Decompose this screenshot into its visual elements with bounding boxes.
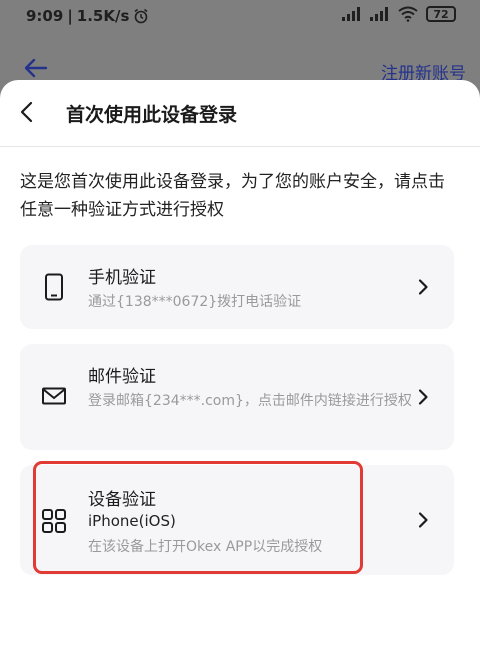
status-bar: 9:09 | 1.5K/s 72 [0,0,480,34]
sheet-title: 首次使用此设备登录 [66,104,238,126]
device-name: iPhone(iOS) [88,512,176,530]
back-chevron-icon[interactable] [14,98,42,126]
intro-text: 这是您首次使用此设备登录，为了您的账户安全，请点击任意一种验证方式进行授权 [20,172,445,220]
mail-icon [42,387,66,405]
option-description: 登录邮箱{234***.com}，点击邮件内链接进行授权 [88,393,412,409]
wifi-icon [398,6,418,22]
option-title: 邮件验证 [88,367,156,387]
option-title: 手机验证 [88,268,156,288]
status-separator: | [67,7,73,25]
background-back-arrow-icon[interactable] [22,54,50,82]
header-divider [0,146,480,147]
alarm-icon [134,8,148,24]
status-right: 72 [342,6,456,22]
option-description: 在该设备上打开Okex APP以完成授权 [88,539,323,555]
phone-verification-option[interactable]: 手机验证 通过{138***0672}拨打电话验证 [20,245,454,329]
sheet-header: 首次使用此设备登录 [0,80,480,146]
signal-hd-icon [370,7,388,21]
phone-icon [45,273,63,301]
screen: 9:09 | 1.5K/s 72 注册新账号 首次使用此设备登录 这是您首次使用… [0,0,480,648]
chevron-right-icon [418,512,428,528]
verification-sheet: 首次使用此设备登录 这是您首次使用此设备登录，为了您的账户安全，请点击任意一种验… [0,80,480,648]
option-title: 设备验证 [88,490,156,510]
chevron-right-icon [418,279,428,295]
status-left: 9:09 | 1.5K/s [26,7,149,25]
network-speed: 1.5K/s [76,7,130,25]
device-verification-option[interactable]: 设备验证 iPhone(iOS) 在该设备上打开Okex APP以完成授权 [20,465,454,575]
signal-icon [342,7,360,21]
battery-indicator: 72 [426,6,456,22]
grid-icon [42,509,66,533]
status-time: 9:09 [26,7,64,25]
email-verification-option[interactable]: 邮件验证 登录邮箱{234***.com}，点击邮件内链接进行授权 [20,344,454,450]
option-description: 通过{138***0672}拨打电话验证 [88,294,302,310]
chevron-right-icon [418,389,428,405]
